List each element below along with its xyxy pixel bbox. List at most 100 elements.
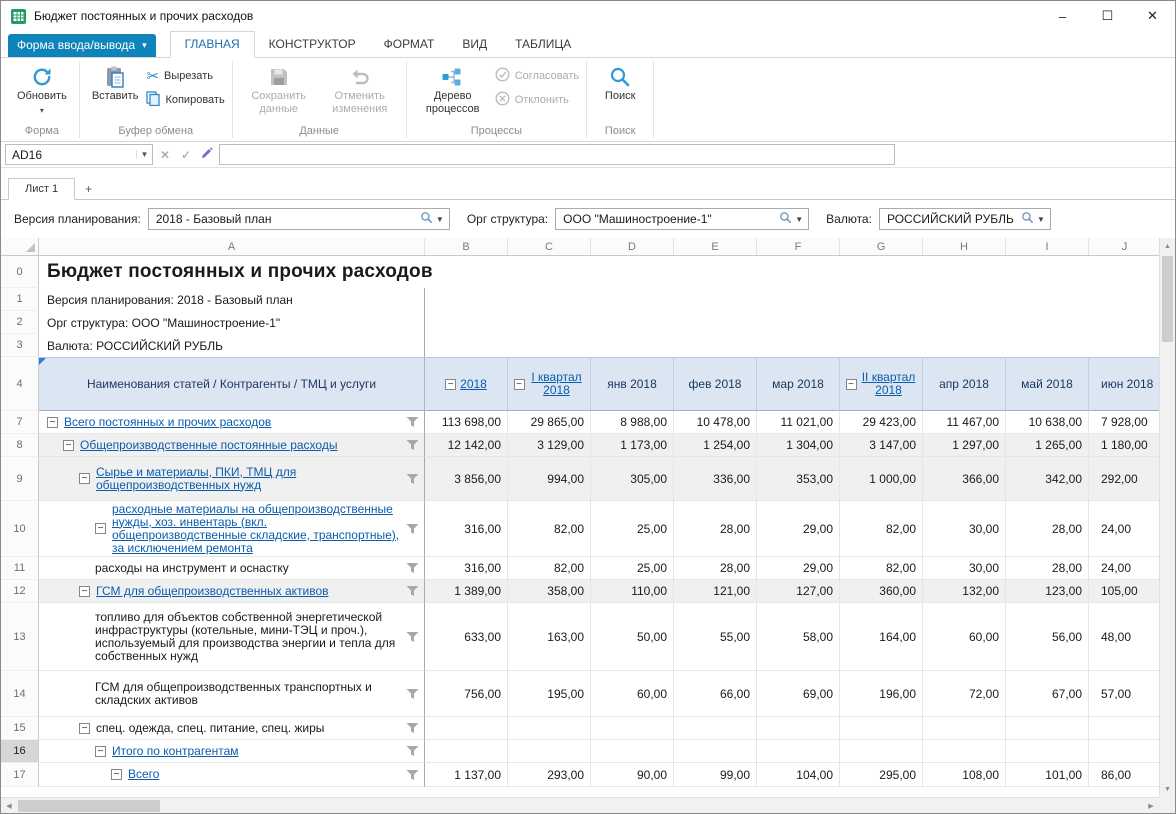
- cell-value[interactable]: 3 129,00: [508, 434, 591, 457]
- collapse-toggle[interactable]: −: [47, 417, 58, 428]
- cell-value[interactable]: 29,00: [757, 557, 840, 580]
- cell-value[interactable]: 105,00: [1089, 580, 1159, 603]
- article-cell[interactable]: −Всего: [39, 763, 425, 787]
- filter-funnel-icon[interactable]: [406, 562, 419, 574]
- column-letter[interactable]: D: [591, 238, 674, 255]
- row-number[interactable]: 14: [1, 671, 39, 717]
- collapse-toggle[interactable]: −: [79, 473, 90, 484]
- row-number[interactable]: 13: [1, 603, 39, 671]
- column-letter[interactable]: B: [425, 238, 508, 255]
- cell-value[interactable]: [674, 717, 757, 740]
- cell-value[interactable]: [1006, 740, 1089, 763]
- article-cell[interactable]: −спец. одежда, спец. питание, спец. жиры: [39, 717, 425, 740]
- cell-value[interactable]: 360,00: [840, 580, 923, 603]
- column-letter[interactable]: A: [39, 238, 425, 255]
- search-icon[interactable]: [1021, 211, 1034, 227]
- row-number[interactable]: 16: [1, 740, 39, 763]
- minimize-button[interactable]: –: [1040, 1, 1085, 31]
- cell-value[interactable]: 164,00: [840, 603, 923, 671]
- cell-value[interactable]: 353,00: [757, 457, 840, 501]
- cell-value[interactable]: 57,00: [1089, 671, 1159, 717]
- close-button[interactable]: ✕: [1130, 1, 1175, 31]
- cell-value[interactable]: [757, 740, 840, 763]
- cell-value[interactable]: 82,00: [508, 501, 591, 557]
- horizontal-scrollbar[interactable]: ◀ ▶: [1, 797, 1159, 813]
- cut-button[interactable]: ✂ Вырезать: [146, 67, 224, 85]
- cell-value[interactable]: 11 021,00: [757, 411, 840, 434]
- row-number[interactable]: 2: [1, 311, 39, 334]
- cell-value[interactable]: 3 856,00: [425, 457, 508, 501]
- cell-value[interactable]: 316,00: [425, 501, 508, 557]
- cell-value[interactable]: 101,00: [1006, 763, 1089, 787]
- cell-value[interactable]: 30,00: [923, 557, 1006, 580]
- article-cell[interactable]: −Сырье и материалы, ПКИ, ТМЦ для общепро…: [39, 457, 425, 501]
- cell-value[interactable]: 30,00: [923, 501, 1006, 557]
- article-link[interactable]: Сырье и материалы, ПКИ, ТМЦ для общепрои…: [96, 466, 400, 492]
- article-cell[interactable]: −Всего постоянных и прочих расходов: [39, 411, 425, 434]
- cell-value[interactable]: 67,00: [1006, 671, 1089, 717]
- cell-value[interactable]: [1089, 717, 1159, 740]
- cell-value[interactable]: 11 467,00: [923, 411, 1006, 434]
- info-cell[interactable]: Версия планирования: 2018 - Базовый план: [39, 288, 425, 311]
- cell-value[interactable]: 1 304,00: [757, 434, 840, 457]
- cell-value[interactable]: 110,00: [591, 580, 674, 603]
- article-cell[interactable]: −расходные материалы на общепроизводстве…: [39, 501, 425, 557]
- copy-button[interactable]: Копировать: [146, 91, 224, 109]
- cell-value[interactable]: 82,00: [840, 557, 923, 580]
- cell-value[interactable]: 293,00: [508, 763, 591, 787]
- scroll-right-icon[interactable]: ▶: [1143, 802, 1159, 810]
- header-cell-period[interactable]: фев 2018: [674, 357, 757, 411]
- cell-value[interactable]: 60,00: [923, 603, 1006, 671]
- cell-value[interactable]: 132,00: [923, 580, 1006, 603]
- scroll-up-icon[interactable]: ▲: [1160, 238, 1175, 254]
- process-tree-button[interactable]: Дерево процессов: [414, 61, 492, 118]
- planning-version-combo[interactable]: 2018 - Базовый план ▼: [148, 208, 450, 230]
- article-cell[interactable]: ГСМ для общепроизводственных транспортны…: [39, 671, 425, 717]
- cell-value[interactable]: 58,00: [757, 603, 840, 671]
- header-cell-period[interactable]: апр 2018: [923, 357, 1006, 411]
- cell-value[interactable]: 7 928,00: [1089, 411, 1159, 434]
- cell-value[interactable]: 1 265,00: [1006, 434, 1089, 457]
- add-sheet-button[interactable]: +: [75, 179, 102, 199]
- cell-value[interactable]: 305,00: [591, 457, 674, 501]
- cell-value[interactable]: 366,00: [923, 457, 1006, 501]
- header-cell-period[interactable]: июн 2018: [1089, 357, 1159, 411]
- filter-funnel-icon[interactable]: [406, 745, 419, 757]
- cell-value[interactable]: 121,00: [674, 580, 757, 603]
- column-letter[interactable]: H: [923, 238, 1006, 255]
- column-letter[interactable]: E: [674, 238, 757, 255]
- cell-value[interactable]: [923, 717, 1006, 740]
- filter-funnel-icon[interactable]: [406, 416, 419, 428]
- tab-konstruktor[interactable]: КОНСТРУКТОР: [255, 32, 370, 57]
- row-number[interactable]: 8: [1, 434, 39, 457]
- collapse-toggle[interactable]: −: [79, 723, 90, 734]
- info-cell[interactable]: Бюджет постоянных и прочих расходов: [39, 256, 433, 288]
- period-link[interactable]: II квартал 2018: [861, 371, 917, 397]
- article-link[interactable]: расходные материалы на общепроизводствен…: [112, 503, 400, 555]
- chevron-down-icon[interactable]: ▼: [436, 215, 444, 224]
- info-cell[interactable]: Орг структура: ООО "Машиностроение-1": [39, 311, 425, 334]
- filter-funnel-icon[interactable]: [406, 688, 419, 700]
- filter-funnel-icon[interactable]: [406, 631, 419, 643]
- cell-value[interactable]: [674, 740, 757, 763]
- row-number[interactable]: 11: [1, 557, 39, 580]
- collapse-toggle[interactable]: −: [445, 379, 456, 390]
- cell-value[interactable]: 994,00: [508, 457, 591, 501]
- article-cell[interactable]: −ГСМ для общепроизводственных активов: [39, 580, 425, 603]
- cell-value[interactable]: 99,00: [674, 763, 757, 787]
- cell-value[interactable]: 358,00: [508, 580, 591, 603]
- vertical-scroll-thumb[interactable]: [1162, 256, 1173, 342]
- cell-value[interactable]: 82,00: [508, 557, 591, 580]
- cell-value[interactable]: [757, 717, 840, 740]
- cell-value[interactable]: [923, 740, 1006, 763]
- header-cell-period[interactable]: −I квартал 2018: [508, 357, 591, 411]
- row-number[interactable]: 1: [1, 288, 39, 311]
- cell-value[interactable]: 86,00: [1089, 763, 1159, 787]
- cell-value[interactable]: 336,00: [674, 457, 757, 501]
- column-letter[interactable]: C: [508, 238, 591, 255]
- cell-value[interactable]: 1 137,00: [425, 763, 508, 787]
- cell-value[interactable]: 69,00: [757, 671, 840, 717]
- cell-value[interactable]: 29,00: [757, 501, 840, 557]
- confirm-entry-icon[interactable]: ✓: [177, 148, 195, 162]
- row-number[interactable]: 4: [1, 357, 39, 411]
